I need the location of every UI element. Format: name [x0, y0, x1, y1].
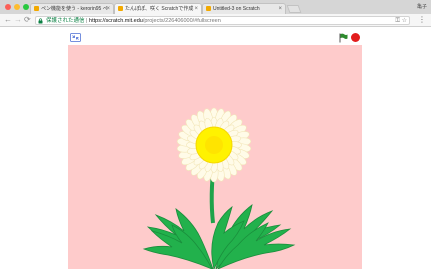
tab-pen-feature[interactable]: ペン機能を使う - kerorin95 ペ ×	[30, 3, 114, 14]
green-flag-icon[interactable]	[339, 33, 348, 43]
browser-menu-icon[interactable]: ⋮	[418, 15, 426, 25]
scratch-favicon-icon	[34, 6, 39, 11]
tab-untitled-3[interactable]: Untitled-3 on Scratch ×	[202, 3, 286, 14]
url-path: /projects/226406000/#fullscreen	[142, 18, 221, 24]
new-tab-button[interactable]	[286, 5, 302, 13]
window-zoom-button[interactable]	[23, 4, 29, 10]
page-content	[0, 28, 431, 269]
secure-connection-label: 保護された通信	[46, 18, 85, 24]
url-host: https://scratch.mit.edu	[89, 18, 143, 24]
tab-close-icon[interactable]: ×	[106, 4, 110, 14]
window-minimize-button[interactable]	[14, 4, 20, 10]
tab-close-icon[interactable]: ×	[194, 4, 198, 14]
tab-title: Untitled-3 on Scratch	[213, 6, 260, 12]
tab-title: たんぽぽ、咲く Scratchで作成	[125, 6, 194, 12]
browser-toolbar: ← → ⟳ 保護された通信 | https://scratch.mit.edu/…	[0, 14, 431, 27]
scratch-player-controls	[68, 31, 362, 45]
window-close-button[interactable]	[5, 4, 11, 10]
bookmark-star-icon[interactable]: ☆	[402, 18, 407, 24]
key-icon[interactable]: ⚿	[395, 18, 400, 24]
flower-core	[205, 136, 223, 154]
back-arrow-icon[interactable]: ←	[4, 15, 12, 25]
tab-strip: ペン機能を使う - kerorin95 ペ × たんぽぽ、咲く Scratchで…	[0, 0, 431, 14]
dandelion-flower	[176, 107, 252, 183]
url-separator: |	[86, 18, 88, 24]
tab-close-icon[interactable]: ×	[278, 4, 282, 14]
scratch-favicon-icon	[118, 6, 123, 11]
reload-icon[interactable]: ⟳	[24, 15, 31, 25]
address-bar[interactable]: 保護された通信 | https://scratch.mit.edu/projec…	[35, 16, 410, 25]
forward-arrow-icon[interactable]: →	[14, 15, 22, 25]
tab-title: ペン機能を使う - kerorin95 ペ	[41, 6, 108, 12]
exit-fullscreen-icon[interactable]	[70, 33, 81, 42]
scratch-stage[interactable]	[68, 45, 362, 269]
scratch-favicon-icon	[206, 6, 211, 11]
dandelion-drawing	[142, 107, 296, 269]
omnibox-actions: ⚿ ☆	[395, 17, 407, 25]
lock-icon	[38, 18, 43, 24]
profile-name[interactable]: 亀子	[417, 3, 427, 10]
tab-tanpopo[interactable]: たんぽぽ、咲く Scratchで作成 ×	[114, 3, 202, 14]
leaves	[142, 204, 296, 269]
stop-sign-icon[interactable]	[351, 33, 360, 42]
